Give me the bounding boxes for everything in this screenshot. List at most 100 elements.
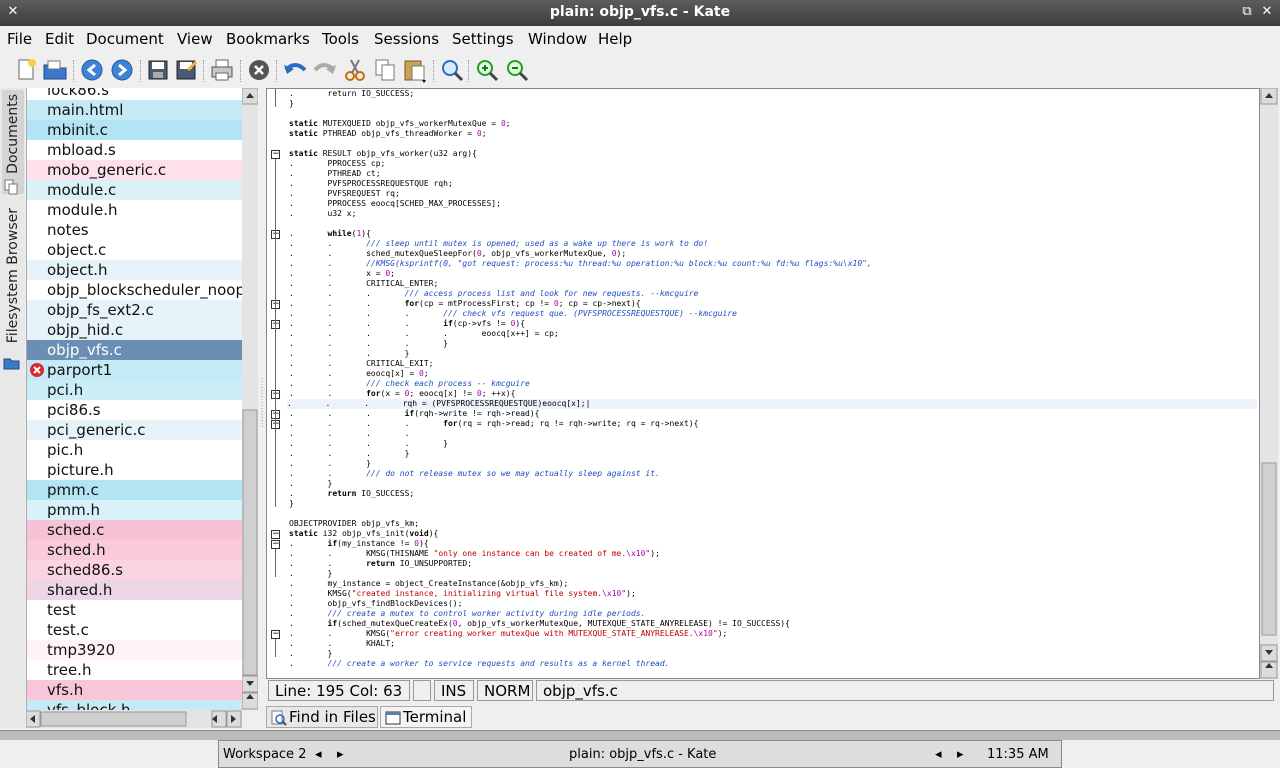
menu-help[interactable]: Help [598,30,632,48]
terminal-icon [385,710,401,731]
document-item[interactable]: mbload.s [27,140,242,160]
document-item[interactable]: vfs.h [27,680,242,700]
tab-filesystem-browser[interactable]: Filesystem Browser [2,204,24,354]
document-item[interactable]: vfs_block.h [27,700,242,710]
document-list-vertical-scrollbar[interactable] [241,87,259,710]
document-list-horizontal-scrollbar[interactable] [25,710,242,728]
document-item[interactable]: picture.h [27,460,242,480]
menu-document[interactable]: Document [86,30,164,48]
document-item[interactable]: mbinit.c [27,120,242,140]
window-bottom-border[interactable] [0,730,1280,740]
print-icon[interactable] [208,56,236,84]
menu-sessions[interactable]: Sessions [374,30,439,48]
fold-toggle-icon[interactable]: − [271,630,280,639]
clock: 11:35 AM [987,747,1049,762]
code-line: static MUTEXQUEID objp_vfs_workerMutexQu… [289,119,511,128]
document-item[interactable]: module.c [27,180,242,200]
document-item[interactable]: pci_generic.c [27,420,242,440]
code-line: . u32 x; [289,209,357,218]
close-icon[interactable]: ✕ [1260,5,1274,19]
menu-settings[interactable]: Settings [452,30,514,48]
document-item[interactable]: shared.h [27,580,242,600]
workspace-label[interactable]: Workspace 2 [223,747,306,762]
insert-mode[interactable]: INS [434,680,474,701]
document-item[interactable]: main.html [27,100,242,120]
code-line: . . . . [289,429,444,438]
panel-splitter[interactable] [259,88,265,728]
input-mode[interactable]: NORM [477,680,533,701]
forward-icon[interactable] [108,56,136,84]
document-item[interactable]: pci86.s [27,400,242,420]
document-name: shared.h [47,581,113,599]
document-item[interactable]: object.c [27,240,242,260]
code-line: static RESULT objp_vfs_worker(u32 arg){ [289,149,477,158]
menu-edit[interactable]: Edit [45,30,74,48]
document-item[interactable]: tmp3920 [27,640,242,660]
document-item[interactable]: pmm.c [27,480,242,500]
document-name: tmp3920 [47,641,116,659]
document-item[interactable]: objp_hid.c [27,320,242,340]
workspace-next-icon[interactable]: ▸ [337,747,344,762]
document-item[interactable]: sched.c [27,520,242,540]
code-line: } [289,99,294,108]
document-item[interactable]: test.c [27,620,242,640]
taskbar-task[interactable]: plain: objp_vfs.c - Kate [569,747,716,762]
fold-toggle-icon[interactable]: − [271,530,280,539]
save-icon[interactable] [144,56,172,84]
fold-toggle-icon[interactable]: − [271,150,280,159]
document-item[interactable]: objp_blockscheduler_noop.c [27,280,242,300]
document-item[interactable]: pic.h [27,440,242,460]
document-item[interactable]: objp_fs_ext2.c [27,300,242,320]
menu-window[interactable]: Window [528,30,587,48]
document-item[interactable]: sched.h [27,540,242,560]
document-name: mobo_generic.c [47,161,167,179]
find-icon[interactable] [438,56,466,84]
document-item[interactable]: object.h [27,260,242,280]
editor-vertical-scrollbar[interactable] [1260,87,1278,679]
menu-bookmarks[interactable]: Bookmarks [226,30,310,48]
code-line: . . . . /// check vfs request que. (PVFS… [289,309,737,318]
save-as-icon[interactable] [172,56,200,84]
document-item[interactable]: parport1 [27,360,242,380]
open-folder-icon[interactable] [41,56,69,84]
task-prev-icon[interactable]: ◂ [935,747,942,762]
document-item[interactable]: lock86.s [27,88,242,100]
menu-file[interactable]: File [7,30,32,48]
tab-find-in-files[interactable]: Find in Files [266,706,378,728]
redo-icon[interactable] [311,56,339,84]
cut-icon[interactable] [341,56,369,84]
zoom-in-icon[interactable] [473,56,501,84]
menu-view[interactable]: View [177,30,213,48]
document-item[interactable]: module.h [27,200,242,220]
code-line: . . /// check each process -- kmcguire [289,379,530,388]
fold-gutter: −−−−−−−−−− [267,89,287,678]
document-item[interactable]: mobo_generic.c [27,160,242,180]
document-name: vfs.h [47,681,84,699]
document-item[interactable]: pmm.h [27,500,242,520]
menu-tools[interactable]: Tools [322,30,359,48]
undo-icon[interactable] [281,56,309,84]
paste-icon[interactable] [401,56,429,84]
code-line: . /// create a worker to service request… [289,659,670,668]
close-document-icon[interactable] [245,56,273,84]
fold-toggle-icon[interactable]: − [271,540,280,549]
document-item[interactable]: notes [27,220,242,240]
tab-terminal[interactable]: Terminal [380,706,472,728]
document-item[interactable]: sched86.s [27,560,242,580]
copy-icon[interactable] [371,56,399,84]
code-line: static PTHREAD objp_vfs_threadWorker = 0… [289,129,487,138]
document-list[interactable]: lock86.s main.html mbinit.c mbload.s mobo_ge… [26,88,242,710]
back-icon[interactable] [78,56,106,84]
document-item[interactable]: tree.h [27,660,242,680]
zoom-out-icon[interactable] [503,56,531,84]
task-next-icon[interactable]: ▸ [957,747,964,762]
document-item[interactable]: pci.h [27,380,242,400]
code-editor[interactable]: −−−−−−−−−− . return IO_SUCCESS;} static M… [266,88,1260,679]
document-item[interactable]: test [27,600,242,620]
code-line: . return IO_SUCCESS; [289,89,415,98]
restore-icon[interactable]: ⧉ [1240,5,1254,19]
document-item[interactable]: objp_vfs.c [27,340,242,360]
status-bar: Line: 195 Col: 63 INS NORM objp_vfs.c [268,680,1276,702]
workspace-prev-icon[interactable]: ◂ [315,747,322,762]
new-document-icon[interactable] [12,56,40,84]
